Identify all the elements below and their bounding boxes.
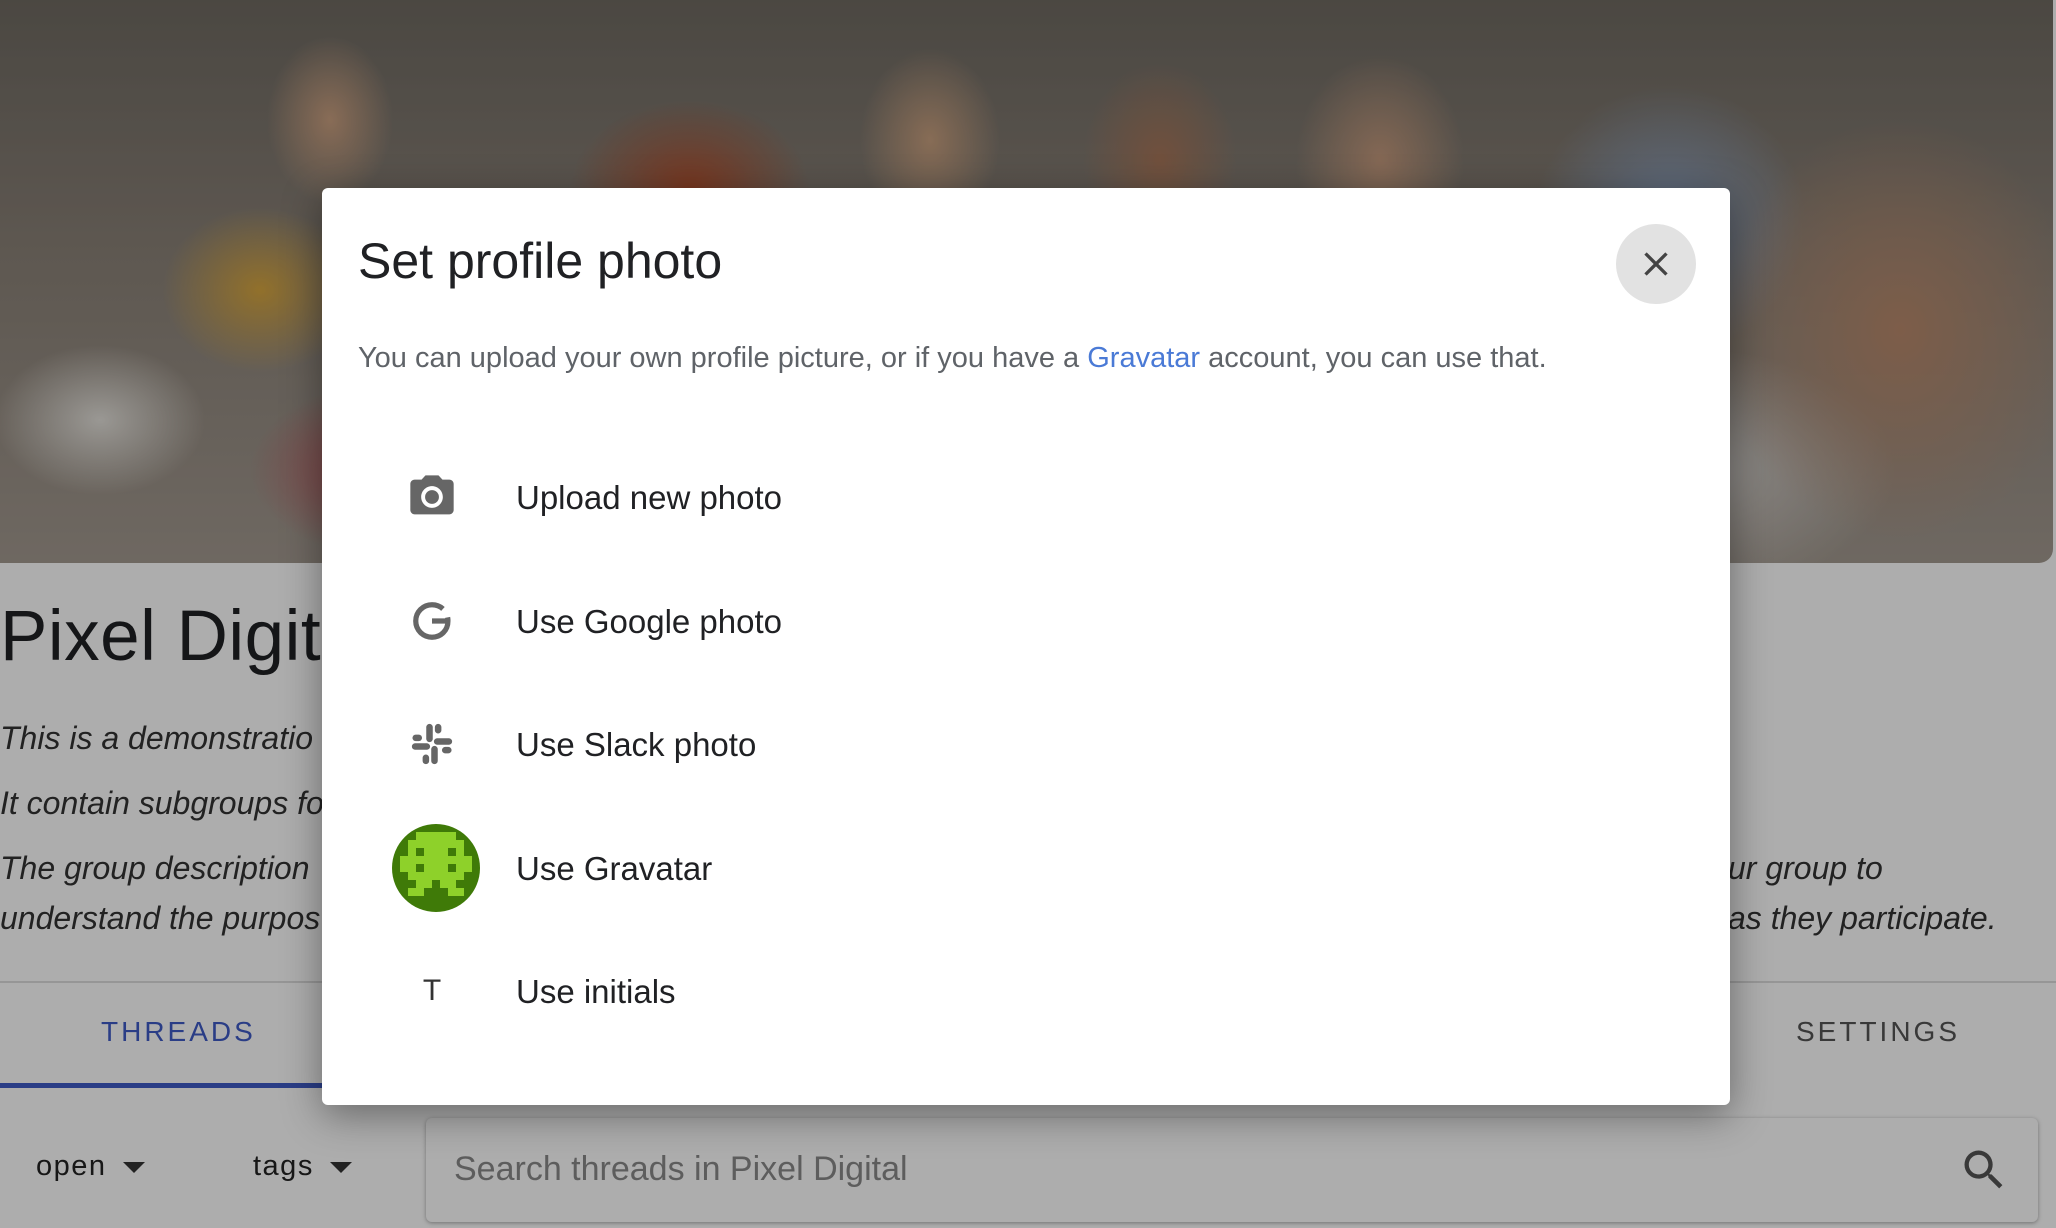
initial-letter: T bbox=[422, 974, 442, 1007]
set-profile-photo-dialog: Set profile photo You can upload your ow… bbox=[322, 188, 1730, 1105]
initials-icon: T bbox=[402, 961, 462, 1021]
option-label: Use initials bbox=[516, 973, 676, 1010]
google-icon bbox=[402, 591, 462, 651]
option-label: Use Gravatar bbox=[516, 850, 713, 887]
close-button[interactable] bbox=[1616, 224, 1696, 304]
gravatar-avatar bbox=[392, 824, 480, 912]
dialog-intro-text: You can upload your own profile picture,… bbox=[358, 342, 1088, 374]
option-label: Upload new photo bbox=[516, 479, 783, 516]
close-icon bbox=[1644, 252, 1668, 276]
camera-icon bbox=[402, 467, 462, 527]
dialog-intro-text-end: account, you can use that. bbox=[1200, 342, 1547, 374]
group-page: Pixel Digita This is a demonstratio It c… bbox=[0, 0, 2056, 1228]
dialog-title: Set profile photo bbox=[358, 233, 723, 289]
dialog-intro: You can upload your own profile picture,… bbox=[358, 342, 1547, 375]
use-slack-photo-option[interactable]: Use Slack photo bbox=[352, 689, 1692, 799]
use-gravatar-option[interactable]: Use Gravatar bbox=[352, 813, 1692, 923]
gravatar-link[interactable]: Gravatar bbox=[1087, 342, 1200, 374]
use-google-photo-option[interactable]: Use Google photo bbox=[352, 566, 1692, 676]
slack-icon bbox=[402, 714, 462, 774]
option-label: Use Google photo bbox=[516, 603, 783, 640]
use-initials-option[interactable]: T Use initials bbox=[352, 936, 1692, 1046]
upload-new-photo-option[interactable]: Upload new photo bbox=[352, 442, 1692, 552]
option-label: Use Slack photo bbox=[516, 726, 757, 763]
